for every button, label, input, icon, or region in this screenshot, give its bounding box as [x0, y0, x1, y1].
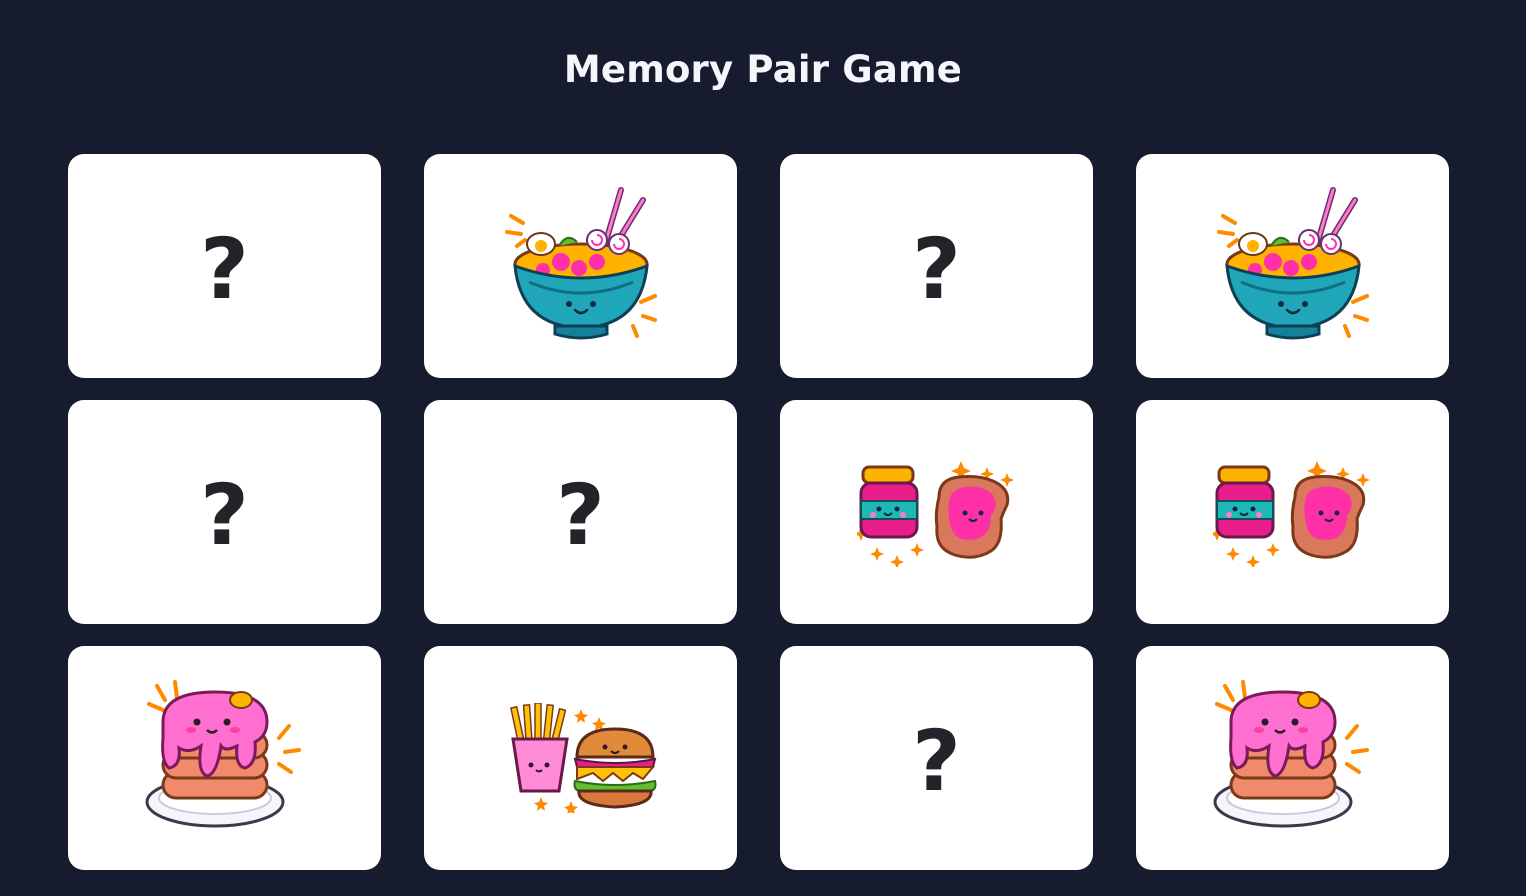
pancake-stack-icon — [145, 678, 305, 838]
question-mark-icon: ? — [912, 712, 961, 810]
question-mark-icon: ? — [556, 466, 605, 564]
pancake-stack-icon — [1213, 678, 1373, 838]
memory-card[interactable] — [424, 646, 737, 870]
fries-burger-icon — [501, 703, 661, 813]
jam-toast-icon — [857, 457, 1017, 567]
memory-card[interactable]: ? — [424, 400, 737, 624]
memory-card[interactable]: ? — [780, 154, 1093, 378]
ramen-bowl-icon — [1213, 186, 1373, 346]
memory-card[interactable]: ? — [68, 400, 381, 624]
question-mark-icon: ? — [200, 466, 249, 564]
memory-card[interactable] — [1136, 400, 1449, 624]
memory-card[interactable]: ? — [780, 646, 1093, 870]
memory-card[interactable] — [780, 400, 1093, 624]
question-mark-icon: ? — [912, 220, 961, 318]
memory-card[interactable]: ? — [68, 154, 381, 378]
page-title: Memory Pair Game — [563, 48, 963, 91]
memory-card[interactable] — [1136, 154, 1449, 378]
memory-card[interactable] — [424, 154, 737, 378]
question-mark-icon: ? — [200, 220, 249, 318]
ramen-bowl-icon — [501, 186, 661, 346]
card-grid: ????? — [68, 154, 1449, 870]
jam-toast-icon — [1213, 457, 1373, 567]
memory-card[interactable] — [1136, 646, 1449, 870]
memory-card[interactable] — [68, 646, 381, 870]
